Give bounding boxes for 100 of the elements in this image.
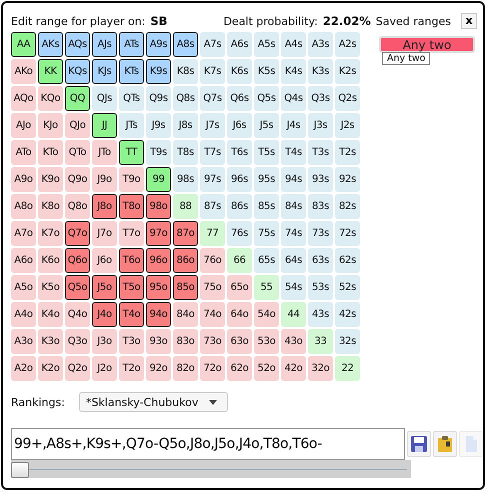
hand-cell[interactable]: KQo (38, 86, 63, 111)
hand-cell[interactable]: 99 (146, 167, 171, 192)
hand-cell[interactable]: J3o (92, 329, 117, 354)
hand-cell[interactable]: QTs (119, 86, 144, 111)
hand-cell[interactable]: 33 (308, 329, 333, 354)
hand-cell[interactable]: AKs (38, 32, 63, 57)
hand-cell[interactable]: J6s (227, 113, 252, 138)
hand-cell[interactable]: TT (119, 140, 144, 165)
hand-cell[interactable]: AQs (65, 32, 90, 57)
hand-cell[interactable]: J9s (146, 113, 171, 138)
hand-cell[interactable]: 76o (200, 248, 225, 273)
hand-cell[interactable]: 87s (200, 194, 225, 219)
hand-cell[interactable]: 95o (146, 275, 171, 300)
hand-cell[interactable]: 96s (227, 167, 252, 192)
save-button[interactable] (407, 431, 431, 457)
hand-cell[interactable]: A3s (308, 32, 333, 57)
hand-cell[interactable]: 65o (227, 275, 252, 300)
hand-cell[interactable]: J7o (92, 221, 117, 246)
hand-cell[interactable]: 42s (335, 302, 360, 327)
hand-cell[interactable]: J2o (92, 356, 117, 381)
hand-cell[interactable]: 86o (173, 248, 198, 273)
hand-cell[interactable]: Q6o (65, 248, 90, 273)
hand-cell[interactable]: 94o (146, 302, 171, 327)
hand-cell[interactable]: J5o (92, 275, 117, 300)
hand-cell[interactable]: Q4s (281, 86, 306, 111)
hand-cell[interactable]: K4o (38, 302, 63, 327)
hand-cell[interactable]: Q2s (335, 86, 360, 111)
hand-cell[interactable]: KTs (119, 59, 144, 84)
hand-cell[interactable]: T6o (119, 248, 144, 273)
hand-cell[interactable]: KQs (65, 59, 90, 84)
hand-cell[interactable]: 72o (200, 356, 225, 381)
hand-cell[interactable]: K5o (38, 275, 63, 300)
hand-cell[interactable]: 92s (335, 167, 360, 192)
hand-cell[interactable]: Q5s (254, 86, 279, 111)
hand-cell[interactable]: J6o (92, 248, 117, 273)
hand-cell[interactable]: JTo (92, 140, 117, 165)
hand-cell[interactable]: K4s (281, 59, 306, 84)
hand-cell[interactable]: 73s (308, 221, 333, 246)
hand-cell[interactable]: A9s (146, 32, 171, 57)
hand-cell[interactable]: 32o (308, 356, 333, 381)
hand-cell[interactable]: A6o (11, 248, 36, 273)
hand-cell[interactable]: 76s (227, 221, 252, 246)
hand-cell[interactable]: 44 (281, 302, 306, 327)
hand-cell[interactable]: 75o (200, 275, 225, 300)
hand-cell[interactable]: J4o (92, 302, 117, 327)
hand-cell[interactable]: 54o (254, 302, 279, 327)
hand-cell[interactable]: Q9o (65, 167, 90, 192)
hand-cell[interactable]: 74o (200, 302, 225, 327)
hand-cell[interactable]: 32s (335, 329, 360, 354)
hand-cell[interactable]: 85o (173, 275, 198, 300)
hand-cell[interactable]: 93o (146, 329, 171, 354)
hand-cell[interactable]: K5s (254, 59, 279, 84)
hand-cell[interactable]: A7s (200, 32, 225, 57)
hand-cell[interactable]: A5o (11, 275, 36, 300)
hand-cell[interactable]: J7s (200, 113, 225, 138)
hand-cell[interactable]: QJo (65, 113, 90, 138)
hand-cell[interactable]: J4s (281, 113, 306, 138)
hand-cell[interactable]: J2s (335, 113, 360, 138)
hand-cell[interactable]: A9o (11, 167, 36, 192)
hand-cell[interactable]: J5s (254, 113, 279, 138)
hand-cell[interactable]: K3s (308, 59, 333, 84)
hand-cell[interactable]: T8o (119, 194, 144, 219)
hand-cell[interactable]: 87o (173, 221, 198, 246)
hand-cell[interactable]: 84o (173, 302, 198, 327)
hand-cell[interactable]: 94s (281, 167, 306, 192)
hand-cell[interactable]: 95s (254, 167, 279, 192)
hand-cell[interactable]: J9o (92, 167, 117, 192)
hand-cell[interactable]: A4o (11, 302, 36, 327)
hand-cell[interactable]: 85s (254, 194, 279, 219)
hand-cell[interactable]: Q7s (200, 86, 225, 111)
hand-cell[interactable]: 84s (281, 194, 306, 219)
hand-cell[interactable]: A5s (254, 32, 279, 57)
hand-cell[interactable]: 63s (308, 248, 333, 273)
hand-cell[interactable]: T5s (254, 140, 279, 165)
hand-cell[interactable]: Q4o (65, 302, 90, 327)
range-input-field[interactable]: 99+,A8s+,K9s+,Q7o-Q5o,J8o,J5o,J4o,T8o,T6o- (11, 428, 405, 460)
hand-cell[interactable]: A6s (227, 32, 252, 57)
hand-cell[interactable]: A8s (173, 32, 198, 57)
hand-cell[interactable]: A4s (281, 32, 306, 57)
hand-cell[interactable]: 77 (200, 221, 225, 246)
rankings-dropdown[interactable]: *Sklansky-Chubukov (78, 392, 228, 412)
hand-cell[interactable]: KJo (38, 113, 63, 138)
hand-cell[interactable]: J8s (173, 113, 198, 138)
hand-cell[interactable]: 74s (281, 221, 306, 246)
hand-cell[interactable]: 92o (146, 356, 171, 381)
hand-cell[interactable]: KTo (38, 140, 63, 165)
hand-cell[interactable]: KJs (92, 59, 117, 84)
hand-cell[interactable]: 82o (173, 356, 198, 381)
hand-cell[interactable]: 93s (308, 167, 333, 192)
hand-cell[interactable]: T3s (308, 140, 333, 165)
hand-cell[interactable]: 75s (254, 221, 279, 246)
hand-cell[interactable]: 52o (254, 356, 279, 381)
hand-cell[interactable]: ATs (119, 32, 144, 57)
hand-cell[interactable]: A2o (11, 356, 36, 381)
hand-cell[interactable]: 54s (281, 275, 306, 300)
hand-cell[interactable]: 63o (227, 329, 252, 354)
hand-cell[interactable]: AQo (11, 86, 36, 111)
slider-thumb[interactable] (11, 462, 29, 478)
hand-cell[interactable]: T3o (119, 329, 144, 354)
hand-cell[interactable]: T2o (119, 356, 144, 381)
